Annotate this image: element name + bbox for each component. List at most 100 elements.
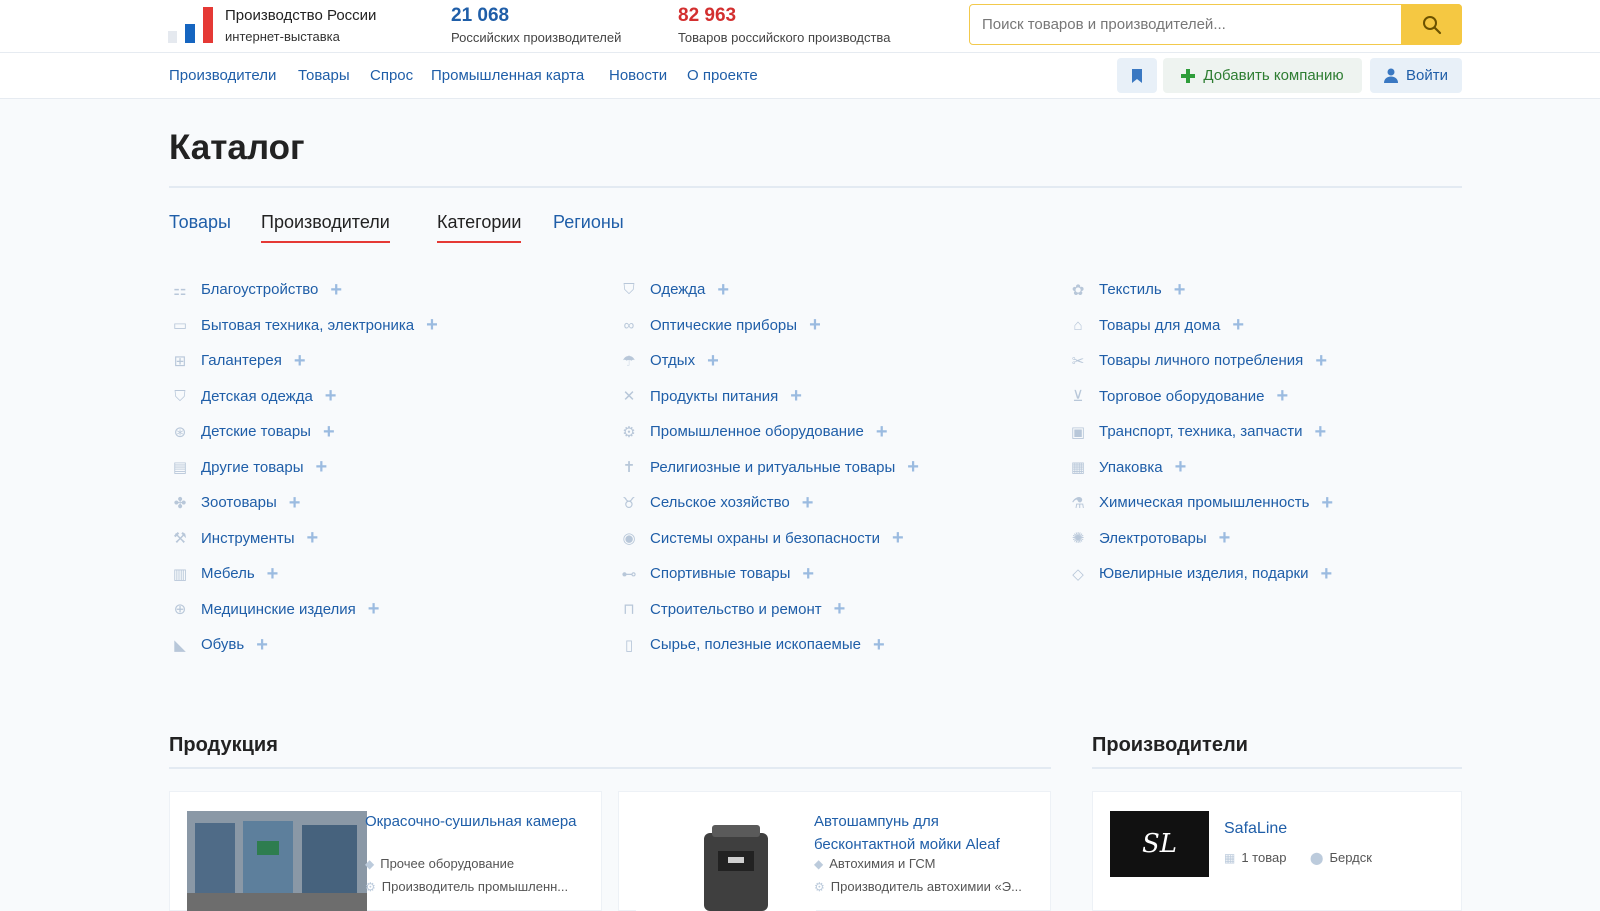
expand-plus-icon[interactable]: + <box>1315 351 1327 371</box>
category-item[interactable]: ✺ Электротовары + <box>1067 521 1507 557</box>
manufacturers-divider <box>1092 767 1462 769</box>
category-item[interactable]: ▣ Транспорт, техника, запчасти + <box>1067 414 1507 450</box>
category-item[interactable]: ▭ Бытовая техника, электроника + <box>169 308 609 344</box>
nav-news[interactable]: Новости <box>609 67 667 84</box>
expand-plus-icon[interactable]: + <box>892 528 904 548</box>
category-item[interactable]: ◉ Системы охраны и безопасности + <box>618 521 1058 557</box>
expand-plus-icon[interactable]: + <box>267 564 279 584</box>
category-item[interactable]: ◇ Ювелирные изделия, подарки + <box>1067 556 1507 592</box>
expand-plus-icon[interactable]: + <box>325 386 337 406</box>
expand-plus-icon[interactable]: + <box>1175 457 1187 477</box>
category-item[interactable]: ⊞ Галантерея + <box>169 343 609 379</box>
house-icon: ⌂ <box>1073 316 1083 334</box>
category-item[interactable]: ⚒ Инструменты + <box>169 521 609 557</box>
product-image[interactable] <box>636 811 816 911</box>
category-item[interactable]: ⛉ Детская одежда + <box>169 379 609 415</box>
expand-plus-icon[interactable]: + <box>256 635 268 655</box>
category-item[interactable]: ✿ Текстиль + <box>1067 272 1507 308</box>
expand-plus-icon[interactable]: + <box>1315 422 1327 442</box>
bulb-icon: ✺ <box>1071 530 1085 548</box>
expand-plus-icon[interactable]: + <box>289 493 301 513</box>
expand-plus-icon[interactable]: + <box>1232 315 1244 335</box>
category-item[interactable]: ⌂ Товары для дома + <box>1067 308 1507 344</box>
expand-plus-icon[interactable]: + <box>294 351 306 371</box>
expand-plus-icon[interactable]: + <box>802 493 814 513</box>
manufacturer-logo[interactable]: SL <box>1110 811 1209 877</box>
expand-plus-icon[interactable]: + <box>426 315 438 335</box>
category-item[interactable]: ▦ Упаковка + <box>1067 450 1507 486</box>
expand-plus-icon[interactable]: + <box>717 280 729 300</box>
products-divider <box>169 767 1051 769</box>
manufacturer-card[interactable]: SL SafaLine ▦ 1 товар ⬤ Бердск <box>1092 791 1462 911</box>
category-item[interactable]: ✝ Религиозные и ритуальные товары + <box>618 450 1058 486</box>
cutlery-icon: ✕ <box>622 388 636 406</box>
expand-plus-icon[interactable]: + <box>790 386 802 406</box>
expand-plus-icon[interactable]: + <box>907 457 919 477</box>
expand-plus-icon[interactable]: + <box>316 457 328 477</box>
product-title[interactable]: Автошампунь для бесконтактной мойки Alea… <box>814 810 1034 856</box>
category-item[interactable]: ▥ Мебель + <box>169 556 609 592</box>
nav-producers[interactable]: Производители <box>169 67 276 84</box>
category-label: Сельское хозяйство <box>650 494 790 512</box>
category-item[interactable]: ⛉ Одежда + <box>618 272 1058 308</box>
expand-plus-icon[interactable]: + <box>1320 564 1332 584</box>
product-producer-label: Производитель промышленн... <box>381 879 569 894</box>
tab-categories[interactable]: Категории <box>437 212 522 243</box>
category-item[interactable]: ☂ Отдых + <box>618 343 1058 379</box>
login-button[interactable]: Войти <box>1370 58 1462 93</box>
category-item[interactable]: ⚏ Благоустройство + <box>169 272 609 308</box>
expand-plus-icon[interactable]: + <box>1277 386 1289 406</box>
expand-plus-icon[interactable]: + <box>368 599 380 619</box>
bookmarks-button[interactable] <box>1117 58 1157 93</box>
site-logo[interactable] <box>168 7 216 45</box>
expand-plus-icon[interactable]: + <box>1174 280 1186 300</box>
search-button[interactable] <box>1401 4 1462 45</box>
add-company-button[interactable]: Добавить компанию <box>1163 58 1362 93</box>
category-label: Промышленное оборудование <box>650 423 864 441</box>
tab-regions[interactable]: Регионы <box>553 212 624 241</box>
product-image[interactable] <box>187 811 367 911</box>
category-column-1: ⚏ Благоустройство + ▭ Бытовая техника, элект… <box>169 272 609 663</box>
expand-plus-icon[interactable]: + <box>307 528 319 548</box>
search-input[interactable] <box>982 5 1382 44</box>
nav-industrial-map[interactable]: Промышленная карта <box>431 67 584 84</box>
expand-plus-icon[interactable]: + <box>876 422 888 442</box>
category-item[interactable]: ✂ Товары личного потребления + <box>1067 343 1507 379</box>
category-item[interactable]: ▤ Другие товары + <box>169 450 609 486</box>
product-title[interactable]: Окрасочно-сушильная камера <box>365 810 585 833</box>
category-item[interactable]: ✤ Зоотовары + <box>169 485 609 521</box>
expand-plus-icon[interactable]: + <box>809 315 821 335</box>
expand-plus-icon[interactable]: + <box>802 564 814 584</box>
expand-plus-icon[interactable]: + <box>330 280 342 300</box>
product-category-label: Прочее оборудование <box>380 856 515 871</box>
category-item[interactable]: ⊻ Торговое оборудование + <box>1067 379 1507 415</box>
expand-plus-icon[interactable]: + <box>1321 493 1333 513</box>
category-item[interactable]: ⊕ Медицинские изделия + <box>169 592 609 628</box>
category-item[interactable]: ▯ Сырье, полезные ископаемые + <box>618 627 1058 663</box>
category-item[interactable]: ⊓ Строительство и ремонт + <box>618 592 1058 628</box>
category-item[interactable]: ◣ Обувь + <box>169 627 609 663</box>
category-item[interactable]: ♉ Сельское хозяйство + <box>618 485 1058 521</box>
expand-plus-icon[interactable]: + <box>1219 528 1231 548</box>
tab-goods[interactable]: Товары <box>169 212 231 241</box>
medkit-icon: ⊕ <box>173 601 187 619</box>
nav-goods[interactable]: Товары <box>298 67 350 84</box>
product-card[interactable]: Автошампунь для бесконтактной мойки Alea… <box>618 791 1051 911</box>
category-item[interactable]: ✕ Продукты питания + <box>618 379 1058 415</box>
expand-plus-icon[interactable]: + <box>707 351 719 371</box>
manufacturer-name[interactable]: SafaLine <box>1224 820 1287 838</box>
category-item[interactable]: ⚗ Химическая промышленность + <box>1067 485 1507 521</box>
category-item[interactable]: ⊛ Детские товары + <box>169 414 609 450</box>
bus-icon: ▣ <box>1070 423 1086 441</box>
category-item[interactable]: ⚙ Промышленное оборудование + <box>618 414 1058 450</box>
expand-plus-icon[interactable]: + <box>834 599 846 619</box>
category-item[interactable]: ⊷ Спортивные товары + <box>618 556 1058 592</box>
nav-about[interactable]: О проекте <box>687 67 758 84</box>
product-card[interactable]: Окрасочно-сушильная камера ◆ Прочее обору… <box>169 791 602 911</box>
nav-demand[interactable]: Спрос <box>370 67 413 84</box>
category-item[interactable]: ∞ Оптические приборы + <box>618 308 1058 344</box>
yarn-icon: ✿ <box>1071 281 1085 299</box>
expand-plus-icon[interactable]: + <box>323 422 335 442</box>
tab-producers[interactable]: Производители <box>261 212 390 243</box>
expand-plus-icon[interactable]: + <box>873 635 885 655</box>
